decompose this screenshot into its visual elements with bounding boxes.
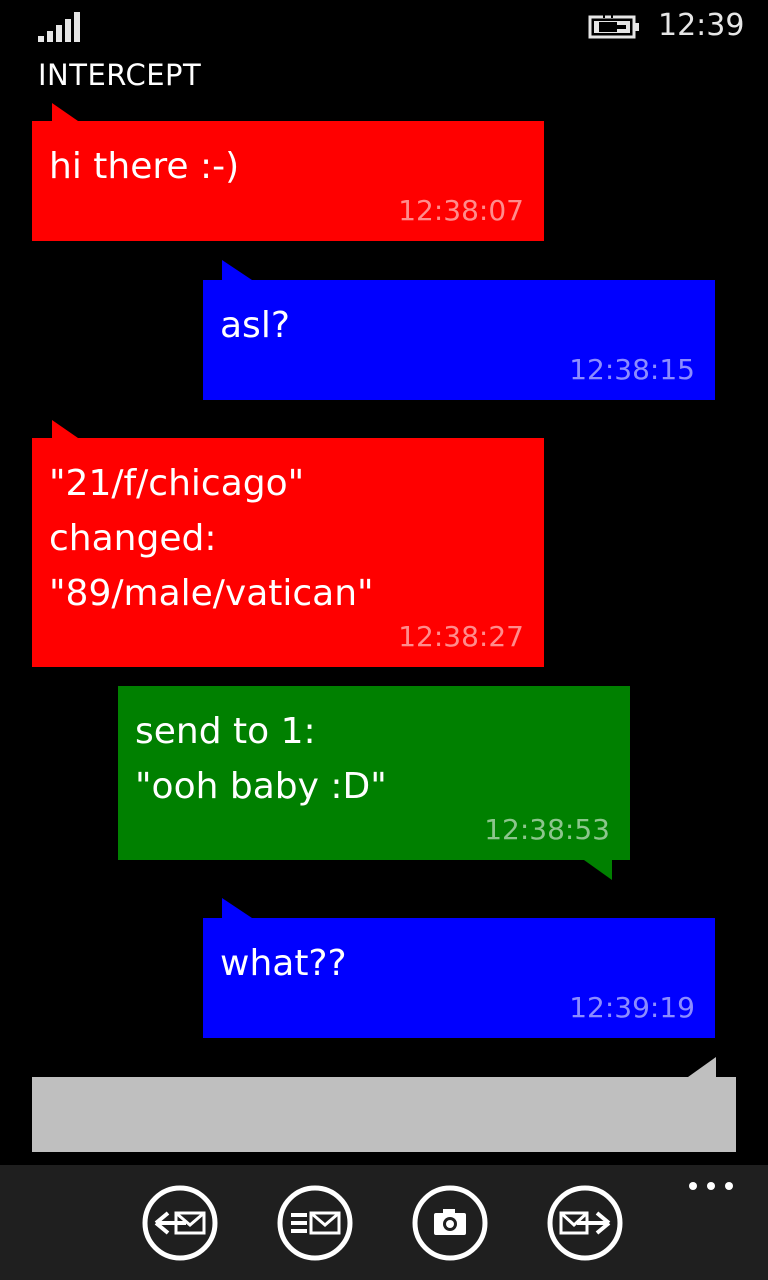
bubble-tail [584, 860, 612, 880]
message-bubble[interactable]: hi there :-) 12:38:07 [32, 121, 544, 241]
message-timestamp: 12:39:19 [569, 991, 695, 1024]
bubble-tail [52, 420, 78, 438]
input-tail [688, 1057, 716, 1077]
message-timestamp: 12:38:07 [398, 194, 524, 227]
message-bubble[interactable]: what?? 12:39:19 [203, 918, 715, 1038]
more-ellipsis-icon[interactable] [688, 1176, 734, 1196]
message-text: hi there :-) [49, 146, 240, 187]
message-timestamp: 12:38:27 [398, 620, 524, 653]
message-bubble[interactable]: asl? 12:38:15 [203, 280, 715, 400]
bubble-tail [222, 260, 252, 280]
camera-icon[interactable] [412, 1185, 488, 1261]
message-timestamp: 12:38:53 [484, 813, 610, 846]
message-text: asl? [220, 305, 290, 346]
message-text: send to 1: "ooh baby :D" [135, 711, 387, 807]
status-bar: 12:39 [0, 0, 768, 56]
battery-charging-icon [588, 14, 639, 39]
message-bubble[interactable]: send to 1: "ooh baby :D" 12:38:53 [118, 686, 630, 860]
bubble-tail [222, 898, 252, 918]
app-title: INTERCEPT [38, 58, 202, 92]
status-clock: 12:39 [658, 8, 745, 43]
message-text: "21/f/chicago" changed: "89/male/vatican… [49, 463, 374, 614]
send-receive-icon[interactable] [547, 1185, 623, 1261]
signal-strength-icon [38, 12, 80, 42]
message-list-icon[interactable] [277, 1185, 353, 1261]
app-bar [0, 1165, 768, 1280]
message-timestamp: 12:38:15 [569, 353, 695, 386]
message-text: what?? [220, 943, 347, 984]
message-input[interactable] [32, 1077, 736, 1152]
receive-message-icon[interactable] [142, 1185, 218, 1261]
message-bubble[interactable]: "21/f/chicago" changed: "89/male/vatican… [32, 438, 544, 667]
bubble-tail [52, 103, 78, 121]
